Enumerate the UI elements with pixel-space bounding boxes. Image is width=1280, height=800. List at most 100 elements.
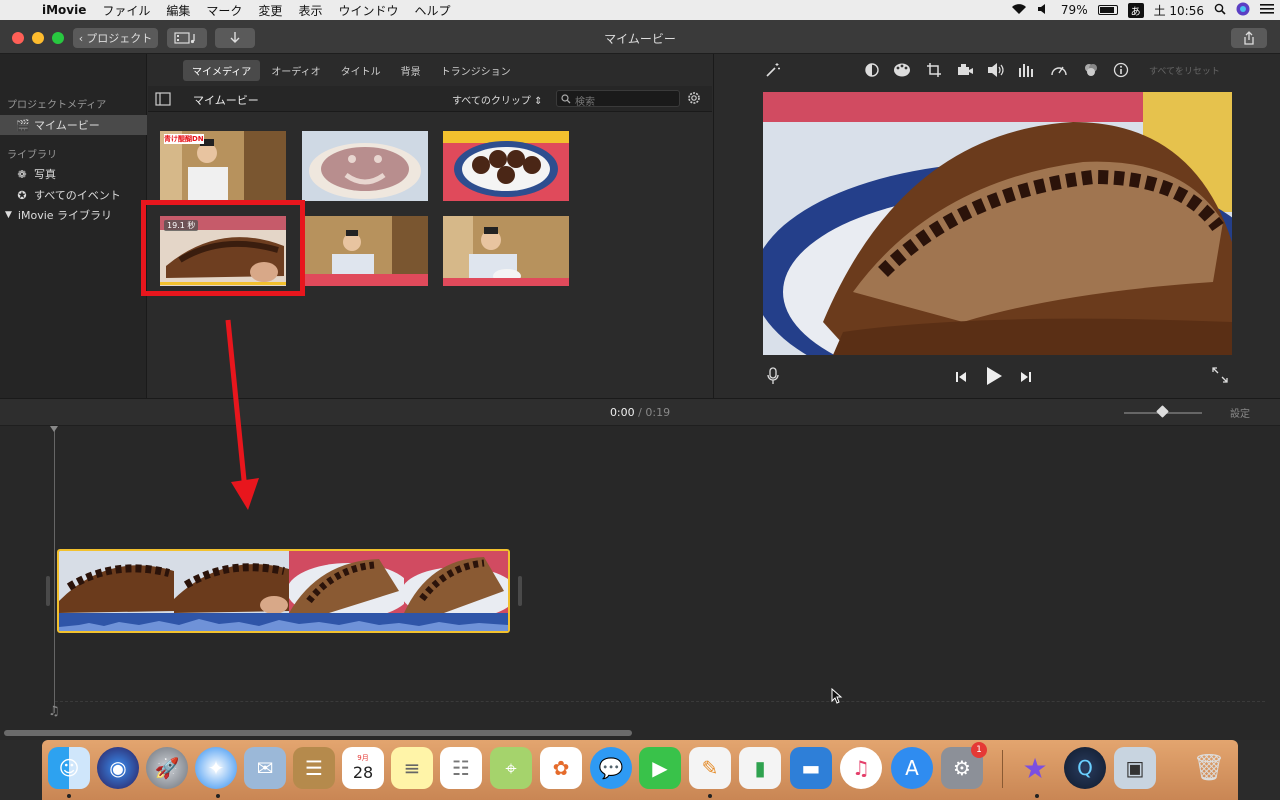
calendar-icon[interactable]: 9月 28: [342, 747, 384, 789]
skip-back-icon[interactable]: [954, 369, 968, 388]
timeline[interactable]: ♫: [0, 319, 1280, 740]
finder-icon[interactable]: ☺: [48, 747, 90, 789]
clip-trim-handle-left[interactable]: [46, 576, 50, 606]
browser-toolbar: マイムービー すべてのクリップ ⇕ 検索: [148, 86, 712, 112]
sidebar-item-imovie-library[interactable]: ▼ iMovie ライブラリ: [0, 205, 147, 225]
tab-my-media[interactable]: マイメディア: [183, 59, 261, 81]
messages-bubble-icon[interactable]: 💬: [590, 747, 632, 789]
zoom-slider[interactable]: [1124, 405, 1202, 418]
clip-thumbnail-person-eating-1[interactable]: [302, 216, 428, 286]
tab-transitions[interactable]: トランジション: [432, 60, 520, 81]
timeline-settings-button[interactable]: 設定: [1230, 405, 1250, 420]
clip-thumbnail-donut[interactable]: [443, 131, 569, 201]
clip-frame: [59, 551, 174, 613]
facetime-camera-icon[interactable]: ▶: [639, 747, 681, 789]
safari-compass-icon[interactable]: ✦: [195, 747, 237, 789]
star-box-icon: ✪: [17, 188, 27, 202]
imovie-star-icon[interactable]: ★: [1014, 747, 1056, 789]
crop-icon[interactable]: [925, 62, 943, 82]
numbers-chart-icon[interactable]: ▮: [739, 747, 781, 789]
clip-image: [302, 131, 428, 201]
system-preferences-gear-icon[interactable]: ⚙ 1: [941, 742, 987, 789]
trash-icon[interactable]: 🗑: [1188, 747, 1230, 789]
equalizer-icon[interactable]: [1018, 62, 1036, 82]
sidebar-item-photos[interactable]: ❁ 写真: [0, 164, 147, 184]
menu-modify[interactable]: 変更: [250, 2, 290, 19]
siri-icon[interactable]: [1236, 2, 1250, 19]
dock: ☺ ◉ 🚀 ✦ ✉ ☰ 9月 28 ≡ ☷ ⌖ ✿ 💬 ▶ ✎ ▮ ▬ ♫ A …: [42, 740, 1238, 800]
menu-file[interactable]: ファイル: [94, 2, 158, 19]
color-palette-icon[interactable]: [893, 62, 911, 82]
search-field[interactable]: 検索: [556, 90, 680, 108]
playhead-marker-icon[interactable]: [50, 426, 58, 432]
volume-icon[interactable]: [1037, 3, 1051, 18]
playhead[interactable]: [54, 428, 55, 713]
filter-circles-icon[interactable]: [1082, 62, 1100, 82]
mail-eagle-icon[interactable]: ✉: [244, 747, 286, 789]
photos-flower-icon[interactable]: ✿: [540, 747, 582, 789]
music-note-icon: ♫: [48, 704, 60, 719]
media-tabs: マイメディア オーディオ タイトル 背景 トランジション: [148, 54, 712, 86]
reminders-list-icon[interactable]: ☷: [440, 747, 482, 789]
menu-mark[interactable]: マーク: [198, 2, 250, 19]
clip-image: [443, 216, 569, 286]
info-icon[interactable]: [1112, 62, 1130, 82]
dock-separator: [1002, 750, 1003, 788]
keynote-podium-icon[interactable]: ▬: [790, 747, 832, 789]
battery-icon[interactable]: [1097, 5, 1118, 15]
sidebar-toggle-icon[interactable]: [155, 91, 171, 110]
menu-window[interactable]: ウインドウ: [330, 2, 406, 19]
notification-center-icon[interactable]: [1260, 3, 1274, 18]
menu-app-name[interactable]: iMovie: [34, 3, 94, 17]
clip-thumbnail-smiley-cake[interactable]: [302, 131, 428, 201]
play-icon[interactable]: [985, 366, 1003, 390]
drag-arrow-annotation: [225, 319, 259, 510]
stabilization-camera-icon[interactable]: [956, 62, 974, 82]
menu-help[interactable]: ヘルプ: [406, 2, 458, 19]
input-method-icon[interactable]: あ: [1127, 2, 1144, 18]
running-indicator: [67, 794, 71, 798]
clock[interactable]: 土 10:56: [1154, 2, 1204, 19]
itunes-music-icon[interactable]: ♫: [840, 747, 882, 789]
notes-icon[interactable]: ≡: [391, 747, 433, 789]
timeline-clip[interactable]: [57, 549, 510, 633]
microphone-icon[interactable]: [766, 367, 780, 389]
wifi-icon[interactable]: [1011, 3, 1027, 18]
tab-audio[interactable]: オーディオ: [262, 60, 329, 81]
spotlight-search-icon[interactable]: [1214, 3, 1226, 18]
clip-thumbnail-person-eating-2[interactable]: [443, 216, 569, 286]
sidebar-item-my-movie[interactable]: 🎬 マイムービー: [0, 115, 147, 135]
speed-gauge-icon[interactable]: [1050, 62, 1068, 82]
contacts-book-icon[interactable]: ☰: [293, 747, 335, 789]
quicktime-icon[interactable]: Q: [1064, 747, 1106, 789]
fullscreen-icon[interactable]: [1212, 367, 1228, 387]
volume-icon[interactable]: [987, 62, 1005, 82]
siri-icon[interactable]: ◉: [97, 747, 139, 789]
tab-backgrounds[interactable]: 背景: [392, 60, 430, 81]
maps-icon[interactable]: ⌖: [490, 747, 532, 789]
skip-forward-icon[interactable]: [1019, 369, 1033, 388]
share-icon: [1244, 31, 1254, 45]
magic-wand-icon[interactable]: [764, 62, 782, 82]
calendar-day: 28: [352, 762, 374, 782]
pages-icon[interactable]: ✎: [689, 747, 731, 789]
menu-edit[interactable]: 編集: [158, 2, 198, 19]
clip-filter-select[interactable]: すべてのクリップ ⇕: [452, 92, 542, 107]
clip-thumbnail-person-1[interactable]: 青け醍醐DN: [160, 131, 286, 201]
clip-trim-handle-right[interactable]: [518, 576, 522, 606]
app-store-icon[interactable]: A: [891, 747, 933, 789]
tab-titles[interactable]: タイトル: [332, 60, 390, 81]
color-balance-icon[interactable]: [863, 62, 881, 82]
horizontal-scrollbar[interactable]: [4, 730, 632, 736]
music-track-divider: [55, 701, 1265, 702]
battery-percent[interactable]: 79%: [1061, 3, 1088, 17]
clip-frame: [289, 551, 404, 613]
sidebar-item-all-events[interactable]: ✪ すべてのイベント: [0, 185, 147, 205]
share-button[interactable]: [1231, 28, 1267, 48]
gear-icon[interactable]: [686, 90, 702, 110]
disclosure-triangle-icon[interactable]: ▼: [5, 210, 12, 220]
preview-image-icon[interactable]: ▣: [1114, 747, 1156, 789]
launchpad-rocket-icon[interactable]: 🚀: [146, 747, 188, 789]
menu-view[interactable]: 表示: [290, 2, 330, 19]
reset-all-button[interactable]: すべてをリセット: [1149, 64, 1220, 77]
